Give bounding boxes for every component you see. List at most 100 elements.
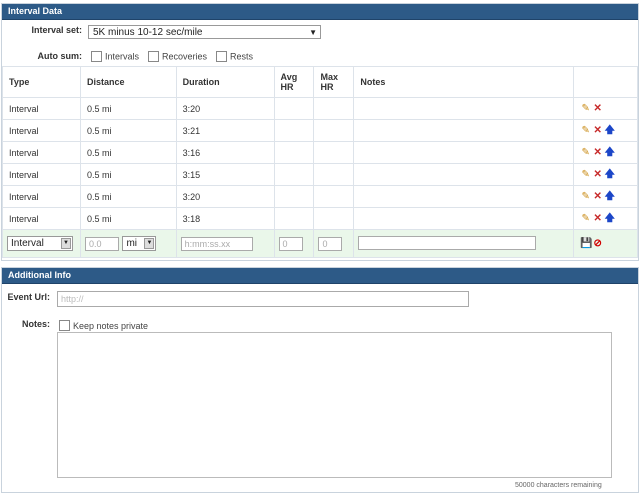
unit-select[interactable]: mi ▼ xyxy=(122,236,157,251)
new-max-hr-cell: 0 xyxy=(313,229,355,258)
notes-textarea[interactable] xyxy=(57,332,612,478)
pencil-icon[interactable]: ✎ xyxy=(580,125,591,136)
table-row: Interval 0.5 mi 3:16 ✎ ✕ 🡅 xyxy=(2,141,638,164)
chevron-down-icon: ▼ xyxy=(61,238,71,249)
col-actions xyxy=(573,66,638,98)
new-interval-row: Interval ▼ 0.0 mi ▼ h:mm:ss.xx 0 0 💾⊘ xyxy=(2,229,638,258)
auto-sum-label: Auto sum: xyxy=(37,51,83,61)
table-row: Interval 0.5 mi 3:21 ✎ ✕ 🡅 xyxy=(2,119,638,142)
cell-actions: ✎ ✕ xyxy=(573,97,638,120)
table-header-row: Type Distance Duration Avg HR Max HR Not… xyxy=(2,66,638,98)
recoveries-checkbox[interactable] xyxy=(148,51,160,63)
keep-private-option[interactable]: Keep notes private xyxy=(59,320,148,331)
cell-actions: ✎ ✕ 🡅 xyxy=(573,141,638,164)
arrow-up-icon[interactable]: 🡅 xyxy=(604,125,615,136)
cell-max-hr xyxy=(313,207,355,230)
delete-x-icon[interactable]: ✕ xyxy=(592,103,603,114)
cell-type: Interval xyxy=(2,119,81,142)
cell-duration: 3:21 xyxy=(175,119,275,142)
keep-private-checkbox[interactable] xyxy=(59,320,70,331)
cancel-circle-icon[interactable]: ⊘ xyxy=(592,238,603,249)
interval-set-value: 5K minus 10-12 sec/mile xyxy=(93,27,203,38)
col-type: Type xyxy=(2,66,81,98)
keep-private-label: Keep notes private xyxy=(73,320,149,331)
cell-duration: 3:15 xyxy=(175,163,275,186)
characters-remaining: 50000 characters remaining xyxy=(515,482,602,489)
cell-avg-hr xyxy=(273,97,315,120)
pencil-icon[interactable]: ✎ xyxy=(580,103,591,114)
cell-type: Interval xyxy=(2,97,81,120)
delete-x-icon[interactable]: ✕ xyxy=(592,169,603,180)
new-notes-cell xyxy=(353,229,575,258)
notes-input[interactable] xyxy=(358,235,537,250)
cell-type: Interval xyxy=(2,141,81,164)
notes-label: Notes: xyxy=(21,319,50,329)
cell-notes xyxy=(353,207,575,230)
floppy-save-icon[interactable]: 💾 xyxy=(580,238,592,249)
delete-x-icon[interactable]: ✕ xyxy=(592,213,603,224)
cell-max-hr xyxy=(313,119,355,142)
cell-avg-hr xyxy=(273,207,315,230)
interval-set-select[interactable]: 5K minus 10-12 sec/mile ▼ xyxy=(88,25,321,39)
pencil-icon[interactable]: ✎ xyxy=(580,213,591,224)
arrow-up-icon[interactable]: 🡅 xyxy=(604,147,615,158)
col-max-hr: Max HR xyxy=(313,66,355,98)
cell-distance: 0.5 mi xyxy=(79,97,177,120)
pencil-icon[interactable]: ✎ xyxy=(580,147,591,158)
table-row: Interval 0.5 mi 3:15 ✎ ✕ 🡅 xyxy=(2,163,638,186)
cell-notes xyxy=(353,185,575,208)
event-url-input[interactable]: http:// xyxy=(57,291,469,307)
cell-duration: 3:16 xyxy=(175,141,275,164)
cell-avg-hr xyxy=(273,163,315,186)
notes-row: Notes: xyxy=(2,319,50,329)
new-actions-cell: 💾⊘ xyxy=(573,229,638,258)
auto-sum-row: Auto sum: xyxy=(2,51,83,61)
delete-x-icon[interactable]: ✕ xyxy=(592,147,603,158)
arrow-up-icon[interactable]: 🡅 xyxy=(604,169,615,180)
cell-type: Interval xyxy=(2,207,81,230)
new-type-cell: Interval ▼ xyxy=(2,229,81,258)
cell-notes xyxy=(353,119,575,142)
cell-avg-hr xyxy=(273,119,315,142)
table-row: Interval 0.5 mi 3:20 ✎ ✕ 🡅 xyxy=(2,185,638,208)
col-avg-hr: Avg HR xyxy=(273,66,315,98)
distance-input[interactable]: 0.0 xyxy=(84,236,119,251)
cell-notes xyxy=(353,97,575,120)
new-type-select[interactable]: Interval ▼ xyxy=(7,236,73,251)
max-hr-input[interactable]: 0 xyxy=(318,236,343,251)
col-notes: Notes xyxy=(353,66,575,98)
new-distance-cell: 0.0 mi ▼ xyxy=(79,229,177,258)
cell-type: Interval xyxy=(2,185,81,208)
interval-data-header: Interval Data xyxy=(2,4,638,20)
cell-max-hr xyxy=(313,185,355,208)
delete-x-icon[interactable]: ✕ xyxy=(592,125,603,136)
pencil-icon[interactable]: ✎ xyxy=(580,191,591,202)
cell-avg-hr xyxy=(273,185,315,208)
pencil-icon[interactable]: ✎ xyxy=(580,169,591,180)
delete-x-icon[interactable]: ✕ xyxy=(592,191,603,202)
rests-checkbox[interactable] xyxy=(216,51,228,63)
arrow-up-icon[interactable]: 🡅 xyxy=(604,191,615,202)
cell-notes xyxy=(353,141,575,164)
cell-max-hr xyxy=(313,97,355,120)
new-avg-hr-cell: 0 xyxy=(273,229,315,258)
chevron-down-icon: ▼ xyxy=(144,238,155,249)
interval-table: Type Distance Duration Avg HR Max HR Not… xyxy=(2,66,638,258)
avg-hr-input[interactable]: 0 xyxy=(278,236,303,251)
new-duration-cell: h:mm:ss.xx xyxy=(175,229,275,258)
duration-input[interactable]: h:mm:ss.xx xyxy=(180,236,253,251)
interval-data-panel: Interval Data Interval set: 5K minus 10-… xyxy=(1,3,639,261)
cell-max-hr xyxy=(313,163,355,186)
cell-distance: 0.5 mi xyxy=(79,141,177,164)
auto-sum-intervals[interactable]: Intervals xyxy=(91,51,139,63)
auto-sum-recoveries[interactable]: Recoveries xyxy=(148,51,207,63)
cell-notes xyxy=(353,163,575,186)
arrow-up-icon[interactable]: 🡅 xyxy=(604,213,615,224)
col-distance: Distance xyxy=(79,66,177,98)
cell-duration: 3:20 xyxy=(175,185,275,208)
event-url-row: Event Url: xyxy=(2,292,50,302)
auto-sum-rests[interactable]: Rests xyxy=(216,51,253,63)
cell-distance: 0.5 mi xyxy=(79,163,177,186)
intervals-checkbox[interactable] xyxy=(91,51,102,63)
cell-distance: 0.5 mi xyxy=(79,207,177,230)
